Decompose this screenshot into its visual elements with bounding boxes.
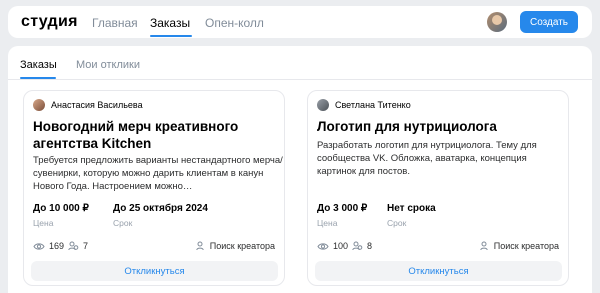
nav-home[interactable]: Главная: [92, 16, 138, 30]
price-label: Цена: [317, 218, 338, 228]
order-title[interactable]: Логотип для нутрициолога: [317, 118, 562, 135]
tabs-divider: [8, 79, 592, 80]
eye-icon: [33, 242, 45, 250]
creator-search-label: Поиск креатора: [493, 241, 559, 251]
deadline-value: Нет срока: [387, 203, 436, 214]
eye-icon: [317, 242, 329, 250]
order-card[interactable]: Анастасия Васильева Новогодний мерч креа…: [23, 90, 285, 286]
card-stats: 169 7 Поиск креатора: [33, 241, 275, 255]
creator-search-status: Поиск креатора: [480, 241, 559, 251]
order-card[interactable]: Светлана Титенко Логотип для нутрициолог…: [307, 90, 569, 286]
price-value: До 10 000 ₽: [33, 203, 89, 214]
respond-button[interactable]: Откликнуться: [31, 261, 278, 281]
nav-active-indicator: [150, 35, 192, 37]
deadline-block: Нет срока Срок: [387, 203, 436, 228]
users-icon: [68, 241, 79, 251]
user-search-icon: [196, 241, 204, 251]
responses-count: 8: [367, 241, 373, 251]
responses-stat: 8: [352, 241, 372, 251]
price-block: До 10 000 ₽ Цена: [33, 203, 89, 228]
deadline-block: До 25 октября 2024 Срок: [113, 203, 208, 228]
views-count: 169: [49, 241, 65, 251]
order-description: Требуется предложить варианты нестандарт…: [33, 155, 283, 192]
deadline-label: Срок: [113, 218, 133, 228]
users-icon: [352, 241, 363, 251]
creator-search-label: Поиск креатора: [209, 241, 275, 251]
price-value: До 3 000 ₽: [317, 203, 368, 214]
nav-orders[interactable]: Заказы: [150, 16, 190, 30]
price-block: До 3 000 ₽ Цена: [317, 203, 367, 228]
views-count: 100: [333, 241, 349, 251]
order-title[interactable]: Новогодний мерч креативного агентства Ki…: [33, 118, 278, 152]
author-avatar: [317, 99, 329, 111]
user-avatar[interactable]: [487, 12, 507, 32]
creator-search-status: Поиск креатора: [196, 241, 275, 251]
deadline-label: Срок: [387, 218, 407, 228]
respond-button[interactable]: Откликнуться: [315, 261, 562, 281]
card-author: Анастасия Васильева: [33, 99, 143, 111]
nav-open-call[interactable]: Опен-колл: [205, 16, 264, 30]
price-label: Цена: [33, 218, 54, 228]
orders-panel: Заказы Мои отклики Анастасия Васильева Н…: [8, 46, 592, 293]
views-stat: 100: [317, 241, 348, 251]
views-stat: 169: [33, 241, 64, 251]
author-name: Светлана Титенко: [335, 100, 411, 110]
app-logo[interactable]: студия: [21, 13, 78, 31]
author-name: Анастасия Васильева: [51, 100, 143, 110]
card-author: Светлана Титенко: [317, 99, 411, 111]
author-avatar: [33, 99, 45, 111]
tab-orders[interactable]: Заказы: [20, 59, 57, 71]
card-stats: 100 8 Поиск креатора: [317, 241, 559, 255]
tab-my-responses[interactable]: Мои отклики: [76, 59, 140, 71]
top-navigation-bar: студия Главная Заказы Опен-колл Создать: [8, 6, 592, 38]
order-description: Разработать логотип для нутрициолога. Те…: [317, 140, 537, 177]
responses-stat: 7: [68, 241, 88, 251]
responses-count: 7: [83, 241, 89, 251]
create-button[interactable]: Создать: [520, 11, 578, 33]
user-search-icon: [480, 241, 488, 251]
deadline-value: До 25 октября 2024: [113, 203, 208, 214]
